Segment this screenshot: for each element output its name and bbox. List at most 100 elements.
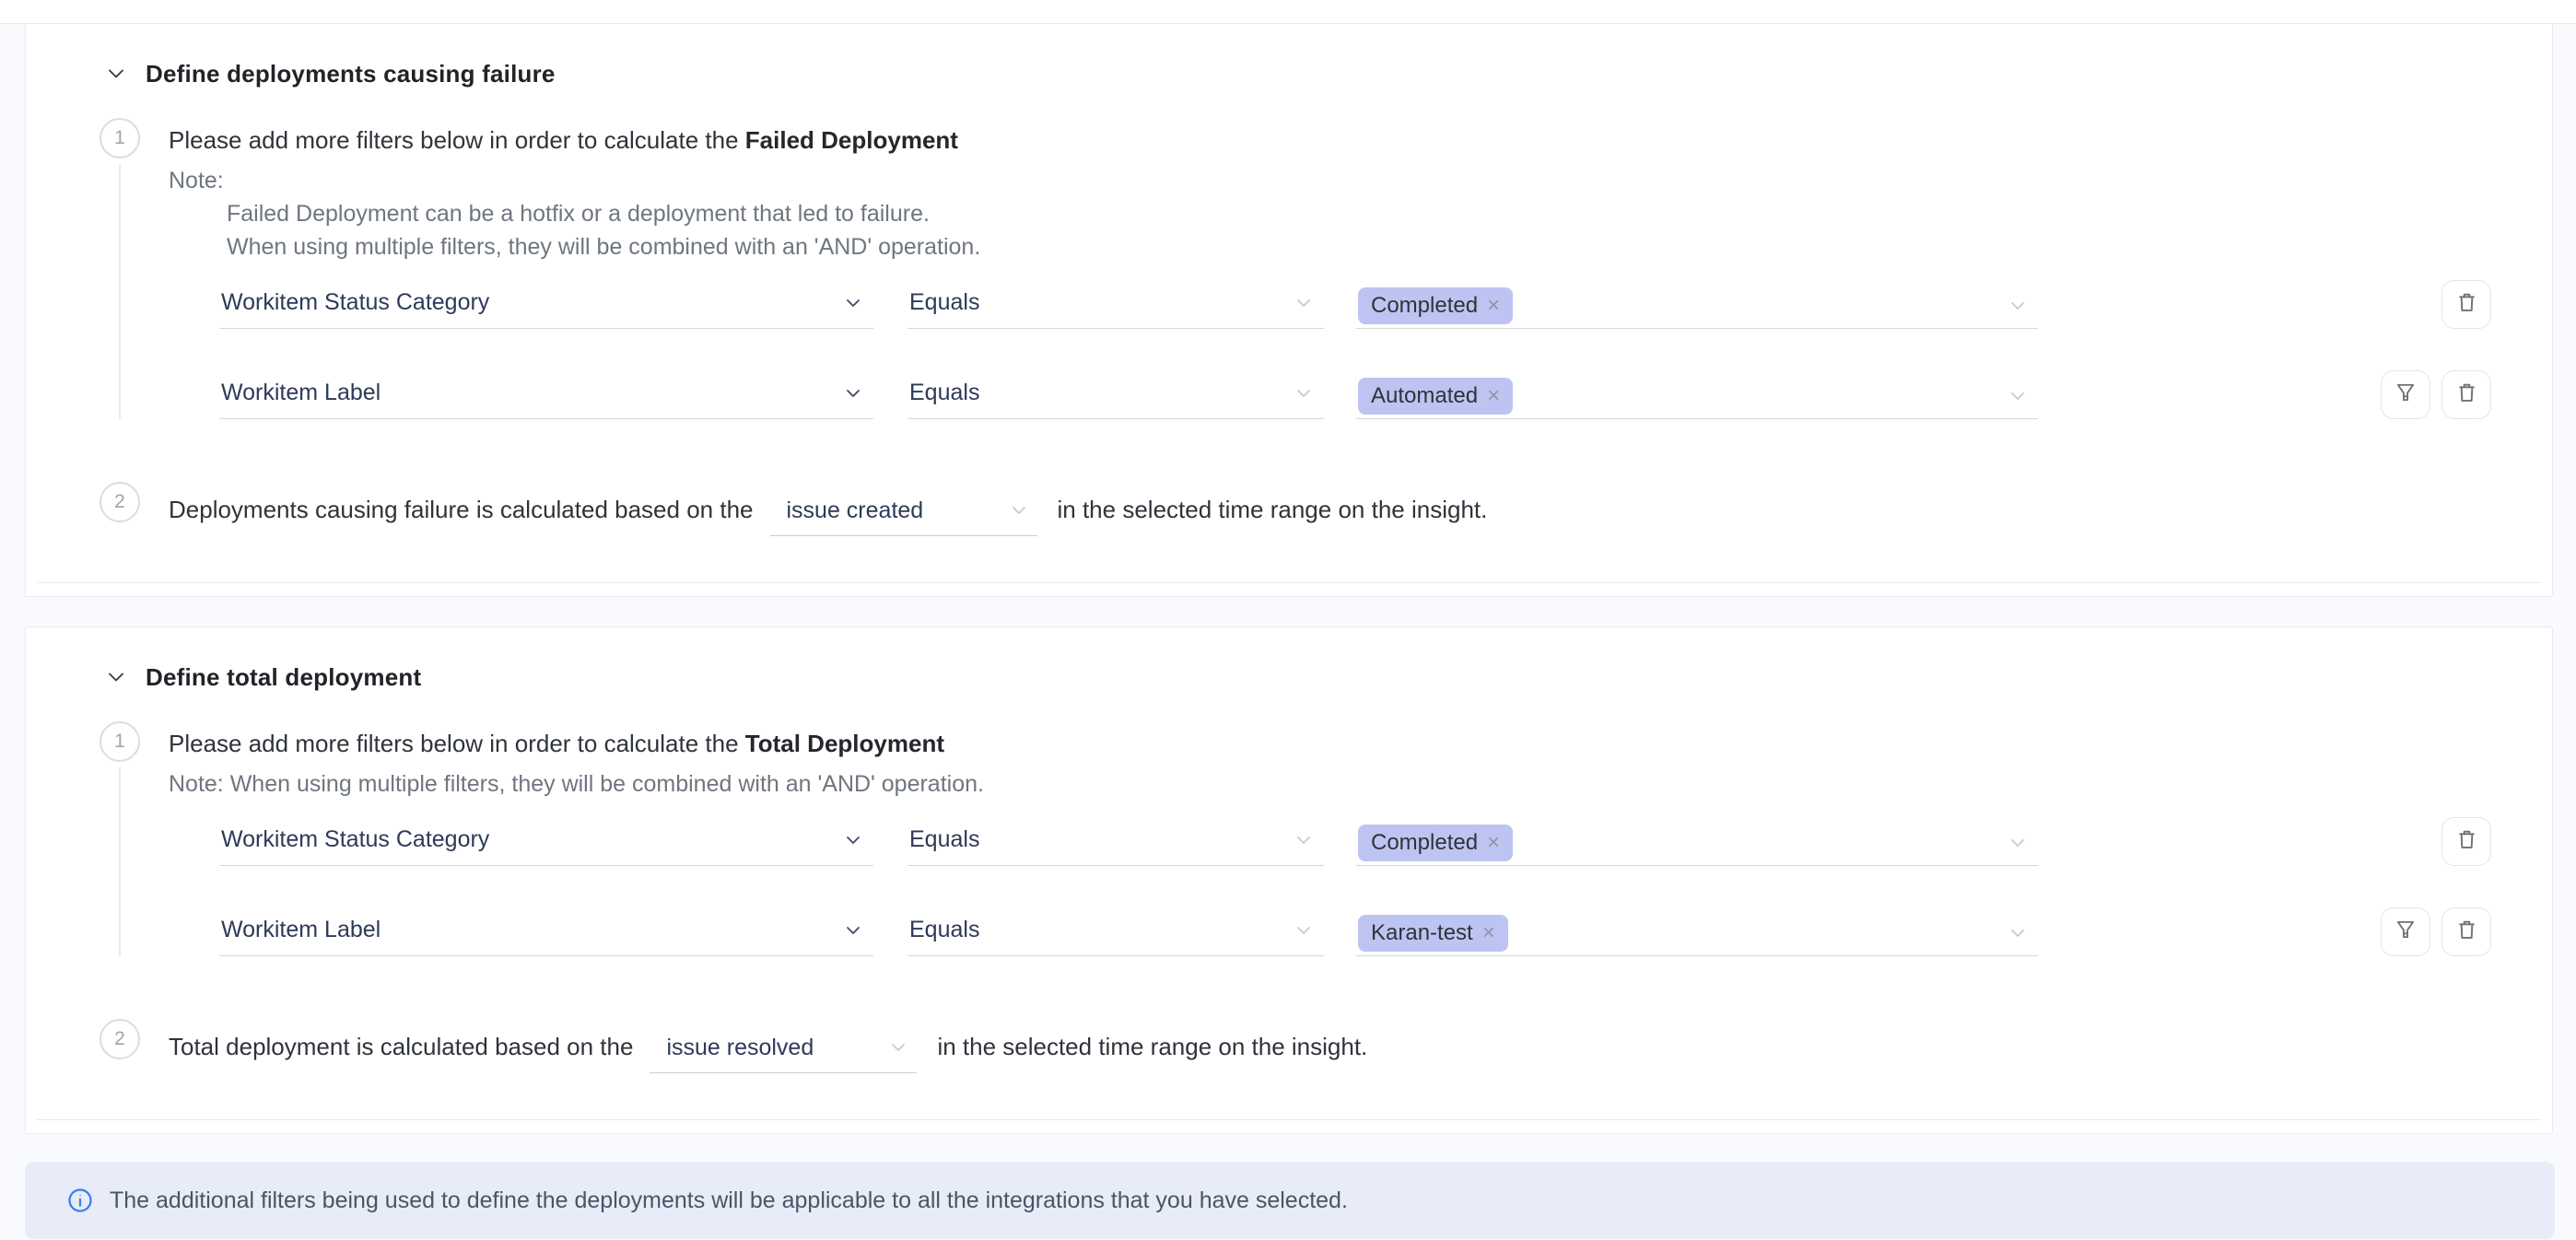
chevron-down-icon[interactable] [842, 292, 864, 314]
filter-operator-value: Equals [909, 826, 979, 853]
filter-field-value: Workitem Status Category [221, 826, 489, 853]
trash-icon [2454, 827, 2479, 857]
filter-values-multiselect[interactable]: Completed × [1356, 287, 2038, 329]
section-card-total-deployment: Define total deployment 1 Please add mor… [25, 626, 2553, 1134]
remove-tag-icon[interactable]: × [1487, 295, 1500, 317]
step-number-badge: 2 [100, 1019, 140, 1059]
chevron-down-icon[interactable] [842, 382, 864, 404]
delete-filter-button[interactable] [2441, 280, 2491, 329]
chevron-down-icon[interactable] [1293, 382, 1315, 404]
step1-instruction-term: Total Deployment [745, 730, 944, 757]
value-tag-label: Karan-test [1371, 920, 1473, 946]
value-tag-label: Completed [1371, 293, 1478, 319]
filter-values-multiselect[interactable]: Karan-test × [1356, 915, 2038, 956]
filter-row: Workitem Label Equals [169, 370, 2552, 419]
filter-operator-select[interactable]: Equals [907, 917, 1324, 956]
filter-row: Workitem Status Category Equals [169, 817, 2552, 866]
section-header-failed[interactable]: Define deployments causing failure [26, 24, 2552, 88]
note-label: Note: [169, 164, 2552, 197]
delete-filter-button[interactable] [2441, 370, 2491, 419]
note-line: Failed Deployment can be a hotfix or a d… [227, 197, 2552, 230]
step-connector-line [119, 164, 121, 419]
event-basis-value: issue resolved [666, 1035, 814, 1061]
event-basis-select[interactable]: issue resolved [650, 1033, 917, 1073]
chevron-down-icon[interactable] [842, 919, 864, 942]
calculation-sentence-suffix: in the selected time range on the insigh… [937, 1033, 1367, 1061]
note-line: Note: When using multiple filters, they … [169, 767, 2552, 801]
info-banner-text: The additional filters being used to def… [110, 1187, 1348, 1214]
filter-operator-value: Equals [909, 917, 979, 943]
trash-icon [2454, 380, 2479, 410]
step-connector-line [119, 767, 121, 956]
filter-operator-value: Equals [909, 289, 979, 316]
filter-operator-select[interactable]: Equals [907, 289, 1324, 329]
section-header-total[interactable]: Define total deployment [26, 627, 2552, 692]
delete-filter-button[interactable] [2441, 907, 2491, 956]
step1-instruction: Please add more filters below in order t… [169, 730, 745, 757]
chevron-down-icon[interactable] [1293, 829, 1315, 851]
filter-field-select[interactable]: Workitem Label [219, 917, 873, 956]
chevron-down-icon[interactable] [2007, 385, 2029, 407]
trash-icon [2454, 290, 2479, 320]
info-icon [66, 1187, 94, 1214]
value-tag: Karan-test × [1358, 915, 1508, 952]
filter-field-value: Workitem Label [221, 917, 381, 943]
chevron-down-icon[interactable] [103, 664, 129, 690]
value-tag-label: Completed [1371, 830, 1478, 856]
event-basis-select[interactable]: issue created [770, 496, 1037, 536]
step-number-badge: 1 [100, 118, 140, 158]
chevron-down-icon[interactable] [887, 1033, 909, 1055]
value-tag: Completed × [1358, 287, 1513, 324]
funnel-icon [2394, 380, 2418, 409]
chevron-down-icon[interactable] [2007, 832, 2029, 854]
calculation-sentence-prefix: Total deployment is calculated based on … [169, 1033, 633, 1061]
value-tag: Automated × [1358, 378, 1513, 415]
step-number-badge: 2 [100, 482, 140, 522]
step-2: 2 Total deployment is calculated based o… [26, 1019, 2552, 1073]
filter-field-select[interactable]: Workitem Status Category [219, 289, 873, 329]
chevron-down-icon[interactable] [1008, 496, 1030, 518]
chevron-down-icon[interactable] [2007, 295, 2029, 317]
trash-icon [2454, 918, 2479, 947]
filter-row: Workitem Label Equals [169, 907, 2552, 956]
filter-field-value: Workitem Status Category [221, 289, 489, 316]
funnel-icon [2394, 918, 2418, 946]
step-2: 2 Deployments causing failure is calcula… [26, 482, 2552, 536]
value-tag: Completed × [1358, 825, 1513, 861]
filter-operator-select[interactable]: Equals [907, 380, 1324, 419]
step-number-badge: 1 [100, 721, 140, 762]
calculation-sentence-prefix: Deployments causing failure is calculate… [169, 496, 754, 524]
step-1: 1 Please add more filters below in order… [26, 721, 2552, 956]
delete-filter-button[interactable] [2441, 817, 2491, 866]
filter-operator-value: Equals [909, 380, 979, 406]
filter-field-select[interactable]: Workitem Label [219, 380, 873, 419]
filter-values-multiselect[interactable]: Automated × [1356, 378, 2038, 419]
filter-field-value: Workitem Label [221, 380, 381, 406]
step-1: 1 Please add more filters below in order… [26, 118, 2552, 419]
section-card-failed-deployment: Define deployments causing failure 1 Ple… [25, 24, 2553, 597]
add-sub-filter-button[interactable] [2381, 370, 2430, 419]
info-banner: The additional filters being used to def… [25, 1162, 2555, 1239]
note-line: When using multiple filters, they will b… [227, 230, 2552, 263]
section-title: Define total deployment [146, 663, 421, 692]
filter-operator-select[interactable]: Equals [907, 826, 1324, 866]
filter-row: Workitem Status Category Equals [169, 280, 2552, 329]
step1-instruction-term: Failed Deployment [745, 126, 958, 154]
filter-values-multiselect[interactable]: Completed × [1356, 825, 2038, 866]
remove-tag-icon[interactable]: × [1487, 385, 1500, 407]
chevron-down-icon[interactable] [2007, 922, 2029, 944]
filter-field-select[interactable]: Workitem Status Category [219, 826, 873, 866]
calculation-sentence-suffix: in the selected time range on the insigh… [1058, 496, 1488, 524]
add-sub-filter-button[interactable] [2381, 907, 2430, 956]
remove-tag-icon[interactable]: × [1487, 832, 1500, 854]
event-basis-value: issue created [787, 497, 924, 524]
chevron-down-icon[interactable] [1293, 292, 1315, 314]
section-title: Define deployments causing failure [146, 60, 556, 88]
chevron-down-icon[interactable] [1293, 919, 1315, 942]
step1-instruction: Please add more filters below in order t… [169, 126, 745, 154]
chevron-down-icon[interactable] [842, 829, 864, 851]
value-tag-label: Automated [1371, 383, 1478, 409]
chevron-down-icon[interactable] [103, 61, 129, 87]
remove-tag-icon[interactable]: × [1482, 922, 1495, 944]
top-band [0, 0, 2576, 24]
